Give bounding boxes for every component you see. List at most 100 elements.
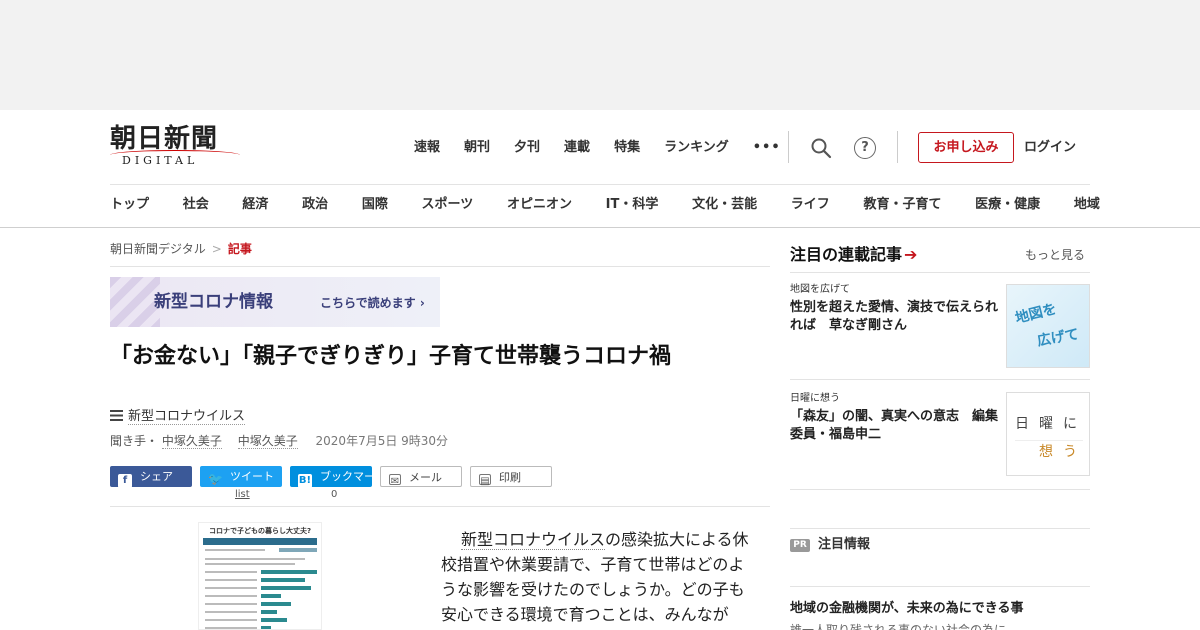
category-nav-item[interactable]: 地域: [1074, 195, 1100, 215]
card-thumbnail[interactable]: 日曜に 想う: [1006, 392, 1090, 476]
card-thumbnail[interactable]: 地図を 広げて: [1006, 284, 1090, 368]
breadcrumb-current: 記事: [227, 242, 252, 256]
infographic-text-line: [205, 571, 257, 573]
top-nav-item[interactable]: ランキング: [664, 138, 729, 158]
category-nav-item[interactable]: 国際: [362, 195, 388, 215]
hatena-icon: B!: [298, 474, 312, 488]
sidebar-heading[interactable]: 注目の連載記事 ➔: [790, 244, 917, 266]
breadcrumb-home[interactable]: 朝日新聞デジタル: [110, 242, 206, 256]
twitter-share-button[interactable]: 🐦 ツイート: [200, 466, 282, 487]
article-byline: 聞き手・ 中塚久美子 中塚久美子 2020年7月5日 9時30分: [110, 432, 448, 450]
article-body: 新型コロナウイルスの感染拡大による休校措置や休業要請で、子育て世帯はどのような影…: [441, 527, 751, 627]
infographic-text-line: [205, 587, 257, 589]
twitter-icon: 🐦: [208, 472, 223, 486]
search-icon[interactable]: [810, 137, 832, 159]
facebook-share-button[interactable]: f シェア: [110, 466, 192, 488]
author-link[interactable]: 中塚久美子: [161, 434, 222, 449]
infographic-bar: [261, 610, 277, 614]
share-label: ツイート: [230, 470, 274, 483]
share-label: ブックマーク: [320, 470, 386, 483]
header-divider: [897, 131, 898, 163]
category-nav-item[interactable]: IT・科学: [606, 195, 659, 215]
help-icon[interactable]: ?: [854, 137, 876, 159]
breadcrumb-divider: [110, 266, 770, 267]
corona-info-banner[interactable]: 新型コロナ情報 こちらで読めます ›: [110, 277, 440, 327]
more-menu-icon[interactable]: •••: [753, 138, 781, 158]
category-nav-item[interactable]: スポーツ: [422, 195, 474, 215]
facebook-icon: f: [118, 474, 132, 488]
top-nav-item[interactable]: 速報: [414, 138, 440, 158]
site-logo[interactable]: 朝日新聞 DIGITAL: [110, 124, 245, 170]
top-nav: 速報 朝刊 夕刊 連載 特集 ランキング •••: [414, 138, 805, 158]
category-nav-item[interactable]: トップ: [110, 195, 149, 215]
card-category[interactable]: 日曜に想う: [790, 392, 840, 406]
card-title[interactable]: 「森友」の闇、真実への意志 編集委員・福島申二: [790, 408, 1002, 444]
login-link[interactable]: ログイン: [1024, 138, 1076, 158]
infographic-bar: [261, 578, 305, 582]
arrow-right-icon: ➔: [904, 245, 918, 264]
infographic-text-line: [205, 558, 305, 560]
thumbnail-text: 地図を: [1013, 301, 1059, 327]
infographic-bar: [261, 602, 291, 606]
infographic-bar: [261, 626, 271, 629]
category-nav-item[interactable]: ライフ: [791, 195, 830, 215]
breadcrumb: 朝日新聞デジタル > 記事: [110, 240, 252, 258]
category-nav-item[interactable]: 教育・子育て: [863, 195, 941, 215]
top-nav-item[interactable]: 特集: [614, 138, 640, 158]
article-infographic[interactable]: コロナで子どもの暮らし大丈夫?: [198, 522, 322, 630]
card-title[interactable]: 性別を超えた愛情、演技で伝えられれば 草なぎ剛さん: [790, 299, 1002, 335]
share-label: メール: [409, 471, 442, 484]
top-nav-item[interactable]: 朝刊: [464, 138, 490, 158]
category-nav: トップ 社会 経済 政治 国際 スポーツ オピニオン IT・科学 文化・芸能 ラ…: [110, 195, 1100, 215]
topic-link[interactable]: 新型コロナウイルス: [128, 409, 246, 425]
thumbnail-rule: [1015, 440, 1083, 441]
sidebar-divider: [790, 528, 1090, 529]
body-topic-link[interactable]: 新型コロナウイルス: [461, 530, 606, 550]
article-topic: 新型コロナウイルス: [110, 408, 246, 426]
category-nav-item[interactable]: 政治: [302, 195, 328, 215]
infographic-text-line: [205, 627, 257, 629]
thumbnail-text: 想う: [1039, 444, 1087, 460]
see-more-link[interactable]: もっと見る: [1025, 246, 1085, 264]
category-nav-item[interactable]: オピニオン: [507, 195, 572, 215]
sidebar-divider: [790, 379, 1090, 380]
sidebar-divider: [790, 272, 1090, 273]
category-nav-item[interactable]: 社会: [183, 195, 209, 215]
share-label: シェア: [140, 470, 173, 483]
infographic-text-line: [205, 611, 257, 613]
twitter-count[interactable]: list: [235, 489, 250, 501]
publish-date: 2020年7月5日 9時30分: [315, 434, 449, 448]
mail-icon: ✉: [389, 474, 401, 487]
article-headline: 「お金ない」「親子でぎりぎり」子育て世帯襲うコロナ禍: [110, 344, 672, 369]
print-button[interactable]: ▤ 印刷: [470, 466, 552, 487]
banner-link: こちらで読めます ›: [320, 296, 425, 310]
mail-share-button[interactable]: ✉ メール: [380, 466, 462, 487]
author-link[interactable]: 中塚久美子: [237, 434, 298, 449]
infographic-text-line: [205, 603, 257, 605]
card-category[interactable]: 地図を広げて: [790, 283, 850, 297]
banner-title: 新型コロナ情報: [154, 292, 273, 312]
category-nav-item[interactable]: 文化・芸能: [692, 195, 757, 215]
thumbnail-text: 広げて: [1035, 326, 1081, 350]
infographic-text-line: [205, 595, 257, 597]
header-inner-divider: [110, 184, 1090, 185]
top-nav-item[interactable]: 連載: [564, 138, 590, 158]
pr-section-label: 注目情報: [818, 537, 871, 552]
category-nav-item[interactable]: 経済: [242, 195, 268, 215]
apply-button[interactable]: お申し込み: [918, 132, 1014, 163]
byline-prefix: 聞き手・: [110, 434, 159, 448]
hatena-count[interactable]: 0: [331, 489, 337, 501]
infographic-text-line: [205, 619, 257, 621]
thumbnail-text: 日曜に: [1015, 416, 1087, 432]
breadcrumb-separator: >: [211, 242, 222, 256]
share-divider: [110, 506, 770, 507]
sidebar-divider: [790, 489, 1090, 490]
pr-article-sub[interactable]: 誰一人取り残される事のない社会の為に: [790, 622, 1006, 630]
infographic-bar: [261, 586, 311, 590]
infographic-text-line: [205, 579, 257, 581]
category-nav-item[interactable]: 医療・健康: [975, 195, 1040, 215]
logo-arc: [110, 150, 240, 160]
hatena-bookmark-button[interactable]: B! ブックマーク: [290, 466, 386, 488]
top-nav-item[interactable]: 夕刊: [514, 138, 540, 158]
pr-article-title[interactable]: 地域の金融機関が、未来の為にできる事: [790, 600, 1023, 618]
